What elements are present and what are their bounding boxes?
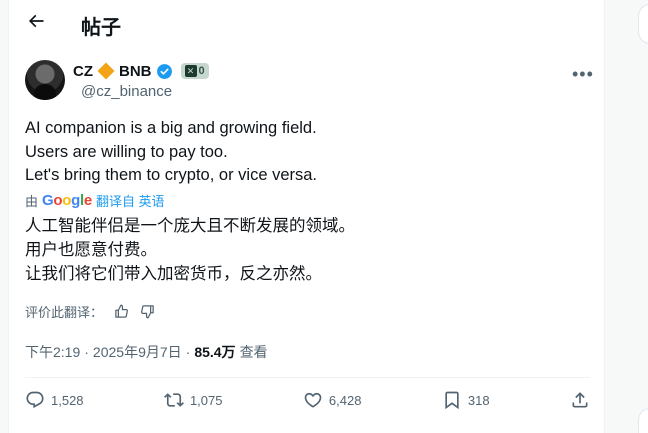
sidebar-card (638, 4, 648, 44)
more-options-button[interactable]: ••• (572, 64, 594, 85)
back-button[interactable] (25, 10, 47, 32)
meta-separator-2: · (185, 344, 191, 360)
affiliate-badge[interactable]: ✕ 0 (180, 63, 209, 79)
views-label[interactable]: 查看 (240, 342, 268, 362)
google-logo-icon: Google (42, 192, 92, 209)
author-display-name[interactable]: CZ (73, 63, 93, 80)
repost-count: 1,075 (189, 392, 223, 408)
rate-translation-label: 评价此翻译： (25, 305, 104, 320)
reply-count: 1,528 (51, 392, 84, 408)
bookmark-button[interactable]: 318 (442, 390, 490, 410)
author-handle[interactable]: @cz_binance (81, 83, 172, 100)
repost-icon (164, 393, 184, 407)
verified-badge-icon[interactable] (156, 63, 173, 80)
repost-button[interactable]: 1,075 (164, 390, 223, 410)
reply-icon (26, 391, 44, 409)
like-button[interactable]: 6,428 (303, 390, 362, 410)
more-horizontal-icon: ••• (572, 64, 594, 84)
rate-translation-row: 评价此翻译： (25, 302, 155, 321)
right-sidebar (638, 0, 648, 433)
page-title: 帖子 (81, 17, 121, 39)
divider (25, 377, 590, 378)
thumbs-down-icon[interactable] (139, 304, 155, 320)
sidebar-card-2 (638, 408, 648, 433)
arrow-left-icon (28, 14, 44, 28)
avatar[interactable] (25, 60, 65, 100)
author-name-suffix: BNB (119, 62, 152, 80)
main-column: 帖子 CZ BNB ✕ 0 @cz_binance ••• AI compani… (8, 0, 605, 433)
bookmark-count: 318 (467, 392, 490, 408)
translated-text: 人工智能伴侣是一个庞大且不断发展的领域。 用户也愿意付费。 让我们将它们带入加密… (25, 217, 355, 283)
view-count: 85.4万 (194, 344, 236, 360)
translate-from-link[interactable]: 翻译自 英语 (96, 191, 165, 210)
diamond-icon (97, 62, 115, 80)
tweet-text: AI companion is a big and growing field.… (25, 119, 318, 184)
translated-by-prefix: 由 (25, 194, 39, 209)
tweet-meta: 下午2:19 · 2025年9月7日 · 85.4万 查看 (25, 342, 268, 362)
author-name-row: CZ BNB ✕ 0 (73, 62, 209, 80)
share-button[interactable] (570, 390, 590, 410)
tweet-date[interactable]: 2025年9月7日 (93, 342, 182, 362)
share-icon (572, 392, 588, 408)
page-header: 帖子 (9, 0, 606, 46)
meta-separator: · (84, 344, 89, 360)
action-bar: 1,528 1,075 6,428 318 (25, 385, 590, 415)
x-logo-icon: ✕ (184, 65, 197, 77)
translation-attribution: 由 Google 翻译自 英语 (25, 191, 165, 210)
bookmark-icon (445, 391, 459, 410)
like-count: 6,428 (328, 392, 362, 408)
tweet-time[interactable]: 下午2:19 (25, 342, 80, 362)
thumbs-up-icon[interactable] (113, 304, 129, 320)
badge-count: 0 (198, 65, 205, 77)
heart-icon (304, 392, 322, 408)
reply-button[interactable]: 1,528 (25, 390, 84, 410)
